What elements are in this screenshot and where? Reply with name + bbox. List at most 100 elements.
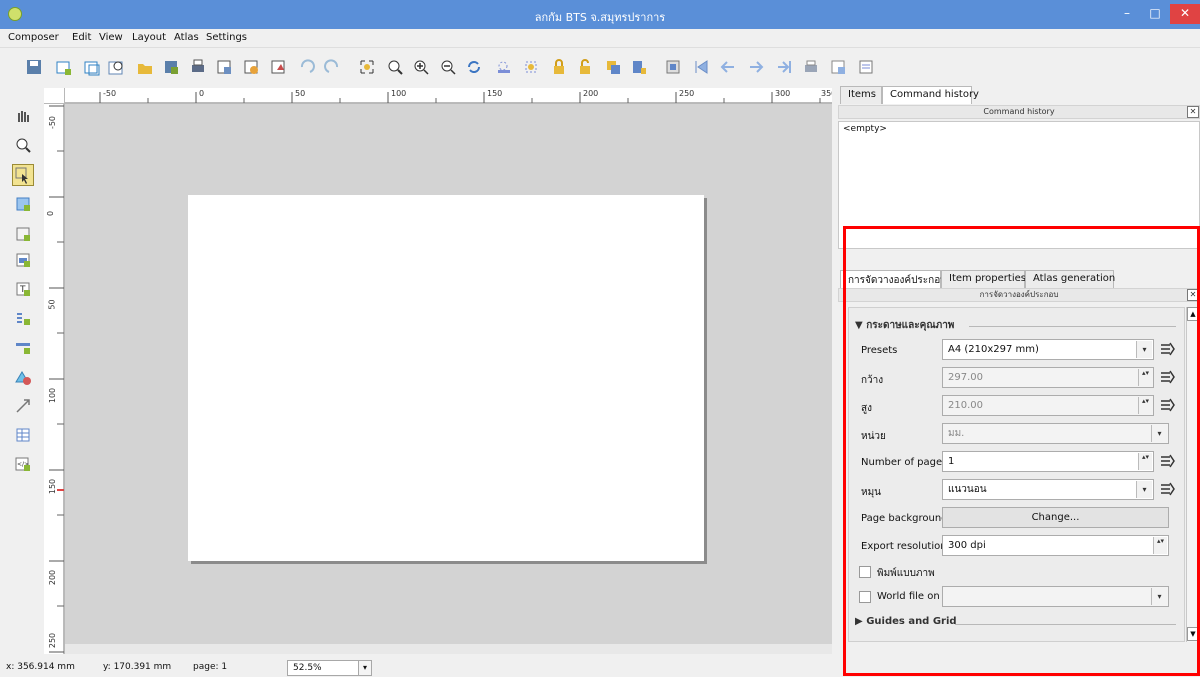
orientation-dropdown[interactable]: แนวนอน ▾ xyxy=(942,479,1154,500)
atlas-first-icon[interactable] xyxy=(690,56,711,77)
presets-dropdown[interactable]: A4 (210x297 mm) ▾ xyxy=(942,339,1154,360)
refresh-view-icon[interactable] xyxy=(463,56,484,77)
unlock-icon[interactable] xyxy=(574,56,595,77)
print-as-raster-checkbox[interactable] xyxy=(859,566,871,578)
duplicate-composer-icon[interactable] xyxy=(80,56,101,77)
add-html-frame-icon[interactable]: </> xyxy=(12,453,34,475)
hruler-label-50: 50 xyxy=(295,89,306,98)
export-svg-icon[interactable] xyxy=(240,56,261,77)
presets-data-defined-icon[interactable] xyxy=(1158,340,1176,358)
minimize-button[interactable]: – xyxy=(1114,4,1140,24)
scroll-down-arrow[interactable]: ▼ xyxy=(1187,627,1199,641)
export-resolution-input[interactable]: 300 dpi ▴▾ xyxy=(942,535,1169,556)
zoom-actual-icon[interactable] xyxy=(384,56,405,77)
scroll-up-arrow[interactable]: ▲ xyxy=(1187,307,1199,321)
number-of-pages-input[interactable]: 1 ▴▾ xyxy=(942,451,1154,472)
zoom-level-input[interactable]: 52.5% xyxy=(287,660,359,676)
height-input[interactable]: 210.00 ▴▾ xyxy=(942,395,1154,416)
close-composition-icon[interactable]: ✕ xyxy=(1187,289,1199,301)
export-image-icon[interactable] xyxy=(213,56,234,77)
composer-manager-icon[interactable] xyxy=(105,56,126,77)
world-file-dropdown-arrow[interactable]: ▾ xyxy=(1151,588,1167,605)
move-item-content-icon[interactable] xyxy=(12,193,34,215)
print-icon[interactable] xyxy=(187,56,208,77)
width-spin-buttons[interactable]: ▴▾ xyxy=(1138,369,1152,386)
lock-items-icon[interactable] xyxy=(493,56,514,77)
world-file-checkbox[interactable] xyxy=(859,591,871,603)
tab-command-history[interactable]: Command history xyxy=(882,86,979,104)
add-arrow-icon[interactable] xyxy=(12,395,34,417)
add-shape-icon[interactable] xyxy=(12,366,34,388)
new-composer-icon[interactable] xyxy=(52,56,73,77)
export-atlas-icon[interactable] xyxy=(827,56,848,77)
add-map-icon[interactable] xyxy=(12,223,34,245)
select-move-icon[interactable] xyxy=(12,164,34,186)
menu-edit[interactable]: Edit xyxy=(72,32,91,43)
menu-layout[interactable]: Layout xyxy=(132,32,166,43)
horizontal-ruler[interactable]: -50 0 50 100 150 200 250 300 350 xyxy=(65,88,832,104)
export-pdf-icon[interactable] xyxy=(267,56,288,77)
world-file-map-dropdown[interactable]: ▾ xyxy=(942,586,1169,607)
tab-items[interactable]: Items xyxy=(840,86,882,104)
menu-view[interactable]: View xyxy=(99,32,123,43)
ungroup-items-icon[interactable] xyxy=(628,56,649,77)
menu-settings[interactable]: Settings xyxy=(206,32,247,43)
units-dropdown[interactable]: มม. ▾ xyxy=(942,423,1169,444)
orientation-data-defined-icon[interactable] xyxy=(1158,480,1176,498)
zoom-tool-icon[interactable] xyxy=(12,134,34,156)
width-data-defined-icon[interactable] xyxy=(1158,368,1176,386)
atlas-next-icon[interactable] xyxy=(745,56,766,77)
pan-hand-icon[interactable] xyxy=(12,104,34,126)
layout-page[interactable] xyxy=(188,195,704,561)
save-template-icon[interactable] xyxy=(160,56,181,77)
add-legend-icon[interactable] xyxy=(12,307,34,329)
add-attribute-table-icon[interactable] xyxy=(12,424,34,446)
height-spin-buttons[interactable]: ▴▾ xyxy=(1138,397,1152,414)
maximize-button[interactable]: □ xyxy=(1142,4,1168,24)
atlas-settings-icon[interactable] xyxy=(855,56,876,77)
page-background-change-button[interactable]: Change... xyxy=(942,507,1169,528)
add-scalebar-icon[interactable] xyxy=(12,336,34,358)
save-project-icon[interactable] xyxy=(23,56,44,77)
add-label-icon[interactable]: T xyxy=(12,278,34,300)
tab-composition[interactable]: การจัดวางองค์ประกอบ xyxy=(840,270,947,288)
unlock-all-icon[interactable] xyxy=(520,56,541,77)
composition-panel-scrollbar[interactable]: ▲ ▼ xyxy=(1186,307,1199,642)
paper-quality-group-header[interactable]: ▼ กระดาษและคุณภาพ xyxy=(855,318,954,333)
open-template-icon[interactable] xyxy=(134,56,155,77)
guides-grid-group-header[interactable]: ▶ Guides and Grid xyxy=(855,616,957,627)
print-atlas-icon[interactable] xyxy=(800,56,821,77)
command-history-list[interactable]: <empty> xyxy=(838,121,1200,249)
units-dropdown-arrow[interactable]: ▾ xyxy=(1151,425,1167,442)
close-command-history-icon[interactable]: ✕ xyxy=(1187,106,1199,118)
undo-icon[interactable] xyxy=(295,56,316,77)
tab-atlas-generation[interactable]: Atlas generation xyxy=(1025,270,1115,288)
canvas-horizontal-scrollbar[interactable] xyxy=(65,644,832,654)
zoom-dropdown-button[interactable]: ▾ xyxy=(358,660,372,676)
redo-icon[interactable] xyxy=(322,56,343,77)
vertical-ruler[interactable]: -50 0 50 100 150 200 250 xyxy=(44,104,65,654)
raise-items-icon[interactable] xyxy=(662,56,683,77)
export-resolution-spin-buttons[interactable]: ▴▾ xyxy=(1153,537,1167,554)
menu-composer[interactable]: Composer xyxy=(8,32,59,43)
width-input[interactable]: 297.00 ▴▾ xyxy=(942,367,1154,388)
orientation-dropdown-arrow[interactable]: ▾ xyxy=(1136,481,1152,498)
group-items-icon[interactable] xyxy=(602,56,623,77)
composer-canvas[interactable] xyxy=(65,104,832,654)
tab-item-properties[interactable]: Item properties xyxy=(941,270,1026,288)
atlas-last-icon[interactable] xyxy=(773,56,794,77)
height-data-defined-icon[interactable] xyxy=(1158,396,1176,414)
zoom-full-icon[interactable] xyxy=(356,56,377,77)
menu-atlas[interactable]: Atlas xyxy=(174,32,199,43)
pages-data-defined-icon[interactable] xyxy=(1158,452,1176,470)
presets-dropdown-arrow[interactable]: ▾ xyxy=(1136,341,1152,358)
atlas-previous-icon[interactable] xyxy=(717,56,738,77)
composer-item-tools: T </> xyxy=(0,85,44,655)
zoom-out-icon[interactable] xyxy=(437,56,458,77)
close-window-button[interactable]: ✕ xyxy=(1170,4,1200,24)
add-image-icon[interactable] xyxy=(12,249,34,271)
zoom-in-icon[interactable] xyxy=(410,56,431,77)
number-of-pages-spin-buttons[interactable]: ▴▾ xyxy=(1138,453,1152,470)
hruler-label-200: 200 xyxy=(583,89,599,98)
padlock-icon[interactable] xyxy=(548,56,569,77)
